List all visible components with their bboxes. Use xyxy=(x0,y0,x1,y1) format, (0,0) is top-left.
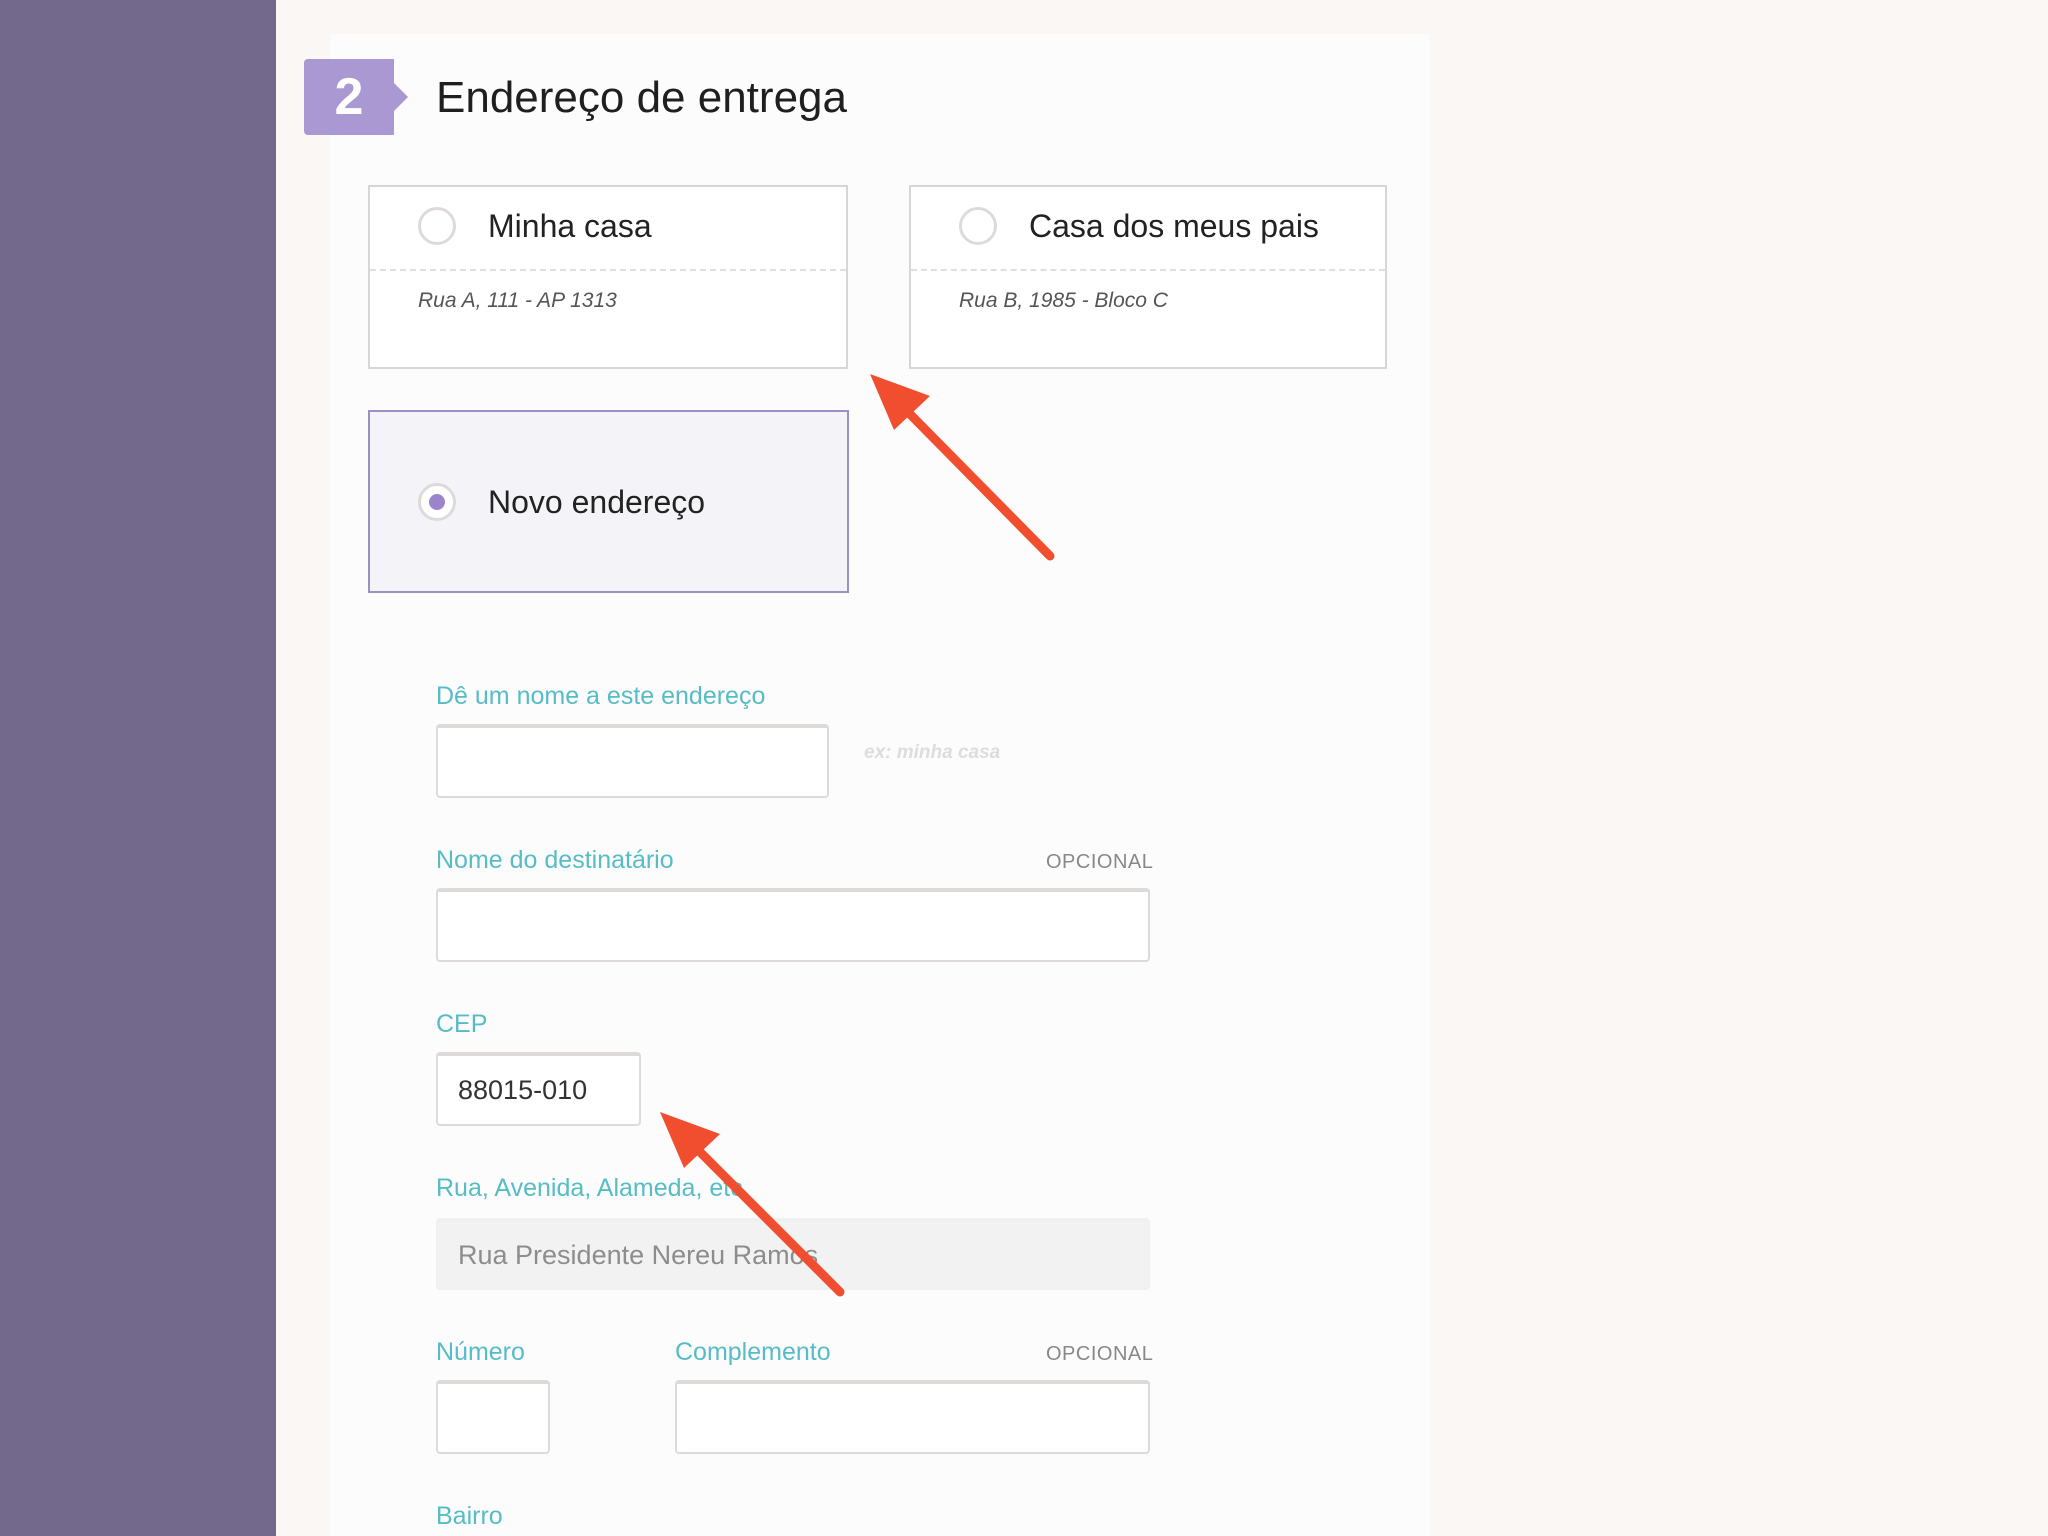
street-input[interactable] xyxy=(436,1218,1150,1290)
address-option-novo-endereco[interactable]: Novo endereço xyxy=(368,410,849,593)
address-option-detail: Rua B, 1985 - Bloco C xyxy=(959,289,1168,312)
neighborhood-label: Bairro xyxy=(436,1502,503,1530)
address-option-label: Novo endereço xyxy=(488,484,706,520)
address-option-label: Minha casa xyxy=(488,208,652,244)
number-label: Número xyxy=(436,1338,525,1366)
recipient-input[interactable] xyxy=(436,888,1150,962)
complement-input[interactable] xyxy=(675,1380,1150,1454)
address-name-label: Dê um nome a este endereço xyxy=(436,682,766,710)
step-number-badge: 2 xyxy=(304,59,408,135)
cep-label: CEP xyxy=(436,1010,488,1038)
address-option-label: Casa dos meus pais xyxy=(1029,208,1319,244)
address-name-input[interactable] xyxy=(436,724,829,798)
address-option-header: Casa dos meus pais xyxy=(911,187,1385,271)
address-name-hint: ex: minha casa xyxy=(864,742,1001,763)
left-sidebar xyxy=(0,0,276,1536)
radio-unchecked-icon[interactable] xyxy=(959,207,997,245)
complement-optional-tag: OPCIONAL xyxy=(1046,1343,1154,1365)
cep-input[interactable] xyxy=(436,1052,641,1126)
complement-label: Complemento xyxy=(675,1338,831,1366)
radio-unchecked-icon[interactable] xyxy=(418,207,456,245)
address-option-detail: Rua A, 111 - AP 1313 xyxy=(418,289,617,312)
number-input[interactable] xyxy=(436,1380,550,1454)
section-title: Endereço de entrega xyxy=(436,73,847,122)
radio-checked-icon[interactable] xyxy=(418,483,456,521)
recipient-label: Nome do destinatário xyxy=(436,846,674,874)
address-option-minha-casa[interactable]: Minha casa Rua A, 111 - AP 1313 xyxy=(368,185,848,369)
recipient-optional-tag: OPCIONAL xyxy=(1046,851,1154,873)
address-option-casa-dos-pais[interactable]: Casa dos meus pais Rua B, 1985 - Bloco C xyxy=(909,185,1387,369)
address-option-header: Minha casa xyxy=(370,187,846,271)
street-label: Rua, Avenida, Alameda, etc. xyxy=(436,1174,750,1202)
